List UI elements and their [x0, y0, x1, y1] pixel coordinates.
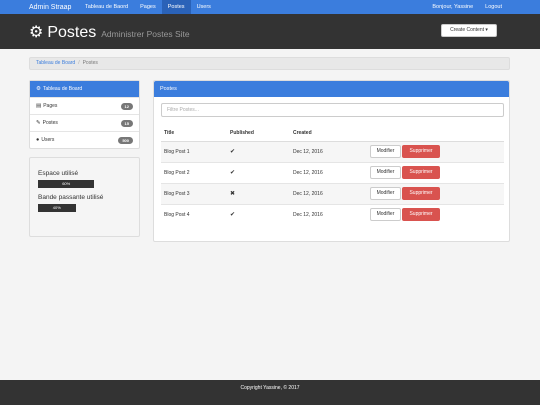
published-check-icon: ✔: [227, 203, 290, 225]
page-title-group: ⚙ Postes Administrer Postes Site: [29, 22, 190, 42]
bandwidth-usage-group: Bande passante utilisé 40%: [38, 194, 132, 212]
column-header-actions: [364, 126, 504, 142]
page-footer: Copyright Yassine, © 2017: [0, 380, 540, 405]
count-badge: 15: [120, 119, 133, 127]
page-header: ⚙ Postes Administrer Postes Site Create …: [0, 14, 540, 49]
top-navbar: Admin Straap Tableau de Baord Pages Post…: [0, 0, 540, 14]
published-check-icon: ✔: [227, 140, 290, 162]
gear-icon: ⚙: [36, 86, 41, 92]
table-row: Blog Post 1 ✔ Dec 12, 2016 Modifier Suppr…: [161, 140, 504, 162]
bandwidth-usage-fill: 40%: [38, 204, 76, 212]
disk-usage-progress: 60%: [38, 180, 132, 188]
table-row: Blog Post 2 ✔ Dec 12, 2016 Modifier Suppr…: [161, 161, 504, 183]
nav-link-postes[interactable]: Postes: [161, 0, 191, 14]
copyright-text: Copyright Yassine, © 2017: [240, 385, 300, 391]
breadcrumb-home[interactable]: Tableau de Board: [36, 60, 75, 66]
postes-table: Title Published Created Blog Post 1 ✔ De…: [161, 126, 504, 225]
bandwidth-usage-label: Bande passante utilisé: [38, 194, 104, 201]
sidebar-item-postes[interactable]: ✎ Postes 15: [30, 114, 139, 131]
logout-link[interactable]: Logout: [485, 4, 502, 10]
table-row: Blog Post 4 ✔ Dec 12, 2016 Modifier Suppr…: [161, 203, 504, 225]
sidebar-item-label: Tableau de Board: [42, 86, 83, 92]
page-subtitle: Administrer Postes Site: [101, 29, 190, 39]
sidebar-item-label: Users: [41, 137, 55, 143]
user-icon: ●: [36, 137, 40, 143]
post-title: Blog Post 2: [161, 161, 227, 183]
pencil-icon: ✎: [36, 120, 41, 126]
breadcrumb-separator: /: [78, 60, 80, 66]
table-row: Blog Post 3 ✖ Dec 12, 2016 Modifier Suppr…: [161, 182, 504, 204]
nav-link-pages[interactable]: Pages: [134, 0, 162, 14]
column-header-published: Published: [227, 126, 290, 142]
delete-button[interactable]: Supprimer: [402, 166, 440, 179]
sidebar-item-dashboard[interactable]: ⚙ Tableau de Board: [30, 81, 139, 97]
sidebar-item-label: Pages: [43, 103, 58, 109]
edit-button[interactable]: Modifier: [370, 187, 401, 200]
sidebar-item-users[interactable]: ● Users 500: [30, 131, 139, 148]
column-header-created: Created: [290, 126, 364, 142]
sidebar-item-label: Postes: [42, 120, 58, 126]
edit-button[interactable]: Modifier: [370, 208, 401, 222]
table-header-row: Title Published Created: [161, 126, 504, 142]
main-nav: Tableau de Baord Pages Postes Users: [79, 0, 217, 14]
count-badge: 12: [120, 102, 133, 110]
post-created: Dec 12, 2016: [290, 182, 364, 204]
nav-link-users[interactable]: Users: [191, 0, 217, 14]
panel-heading: Postes: [154, 81, 509, 97]
brand-link[interactable]: Admin Straap: [29, 4, 79, 11]
list-icon: ▤: [36, 103, 42, 109]
edit-button[interactable]: Modifier: [370, 145, 401, 158]
row-actions: Modifier Supprimer: [364, 182, 504, 204]
sidebar-item-pages[interactable]: ▤ Pages 12: [30, 97, 139, 114]
delete-button[interactable]: Supprimer: [402, 187, 440, 200]
disk-usage-label: Espace utilisé: [38, 170, 79, 177]
disk-usage-fill: 60%: [38, 180, 95, 188]
greeting-link[interactable]: Bonjour, Yassine: [432, 4, 473, 10]
usage-well: Espace utilisé 60% Bande passante utilis…: [29, 157, 140, 237]
sidebar-menu: ⚙ Tableau de Board ▤ Pages 12 ✎ Postes 1…: [29, 80, 140, 149]
create-content-button[interactable]: Create Content ▾: [441, 24, 497, 37]
delete-button[interactable]: Supprimer: [402, 208, 440, 222]
disk-usage-group: Espace utilisé 60%: [38, 170, 132, 188]
delete-button[interactable]: Supprimer: [402, 145, 440, 158]
nav-right: Bonjour, Yassine Logout: [432, 4, 502, 10]
post-title: Blog Post 1: [161, 140, 227, 162]
nav-link-dashboard[interactable]: Tableau de Baord: [79, 0, 134, 14]
row-actions: Modifier Supprimer: [364, 203, 504, 225]
unpublished-cross-icon: ✖: [227, 182, 290, 204]
post-title: Blog Post 3: [161, 182, 227, 204]
breadcrumb-current: Postes: [82, 60, 98, 66]
column-header-title: Title: [161, 126, 227, 142]
bandwidth-usage-progress: 40%: [38, 204, 132, 212]
published-check-icon: ✔: [227, 161, 290, 183]
post-created: Dec 12, 2016: [290, 161, 364, 183]
page-title: Postes: [47, 24, 97, 41]
postes-panel: Postes Filtre Postes... Title Published …: [153, 80, 510, 242]
edit-button[interactable]: Modifier: [370, 166, 401, 179]
post-created: Dec 12, 2016: [290, 140, 364, 162]
post-title: Blog Post 4: [161, 203, 227, 225]
post-created: Dec 12, 2016: [290, 203, 364, 225]
row-actions: Modifier Supprimer: [364, 161, 504, 183]
gear-icon: ⚙: [29, 24, 44, 41]
breadcrumb: Tableau de Board / Postes: [29, 57, 510, 70]
row-actions: Modifier Supprimer: [364, 140, 504, 162]
count-badge: 500: [118, 136, 133, 144]
filter-input[interactable]: Filtre Postes...: [161, 103, 504, 117]
